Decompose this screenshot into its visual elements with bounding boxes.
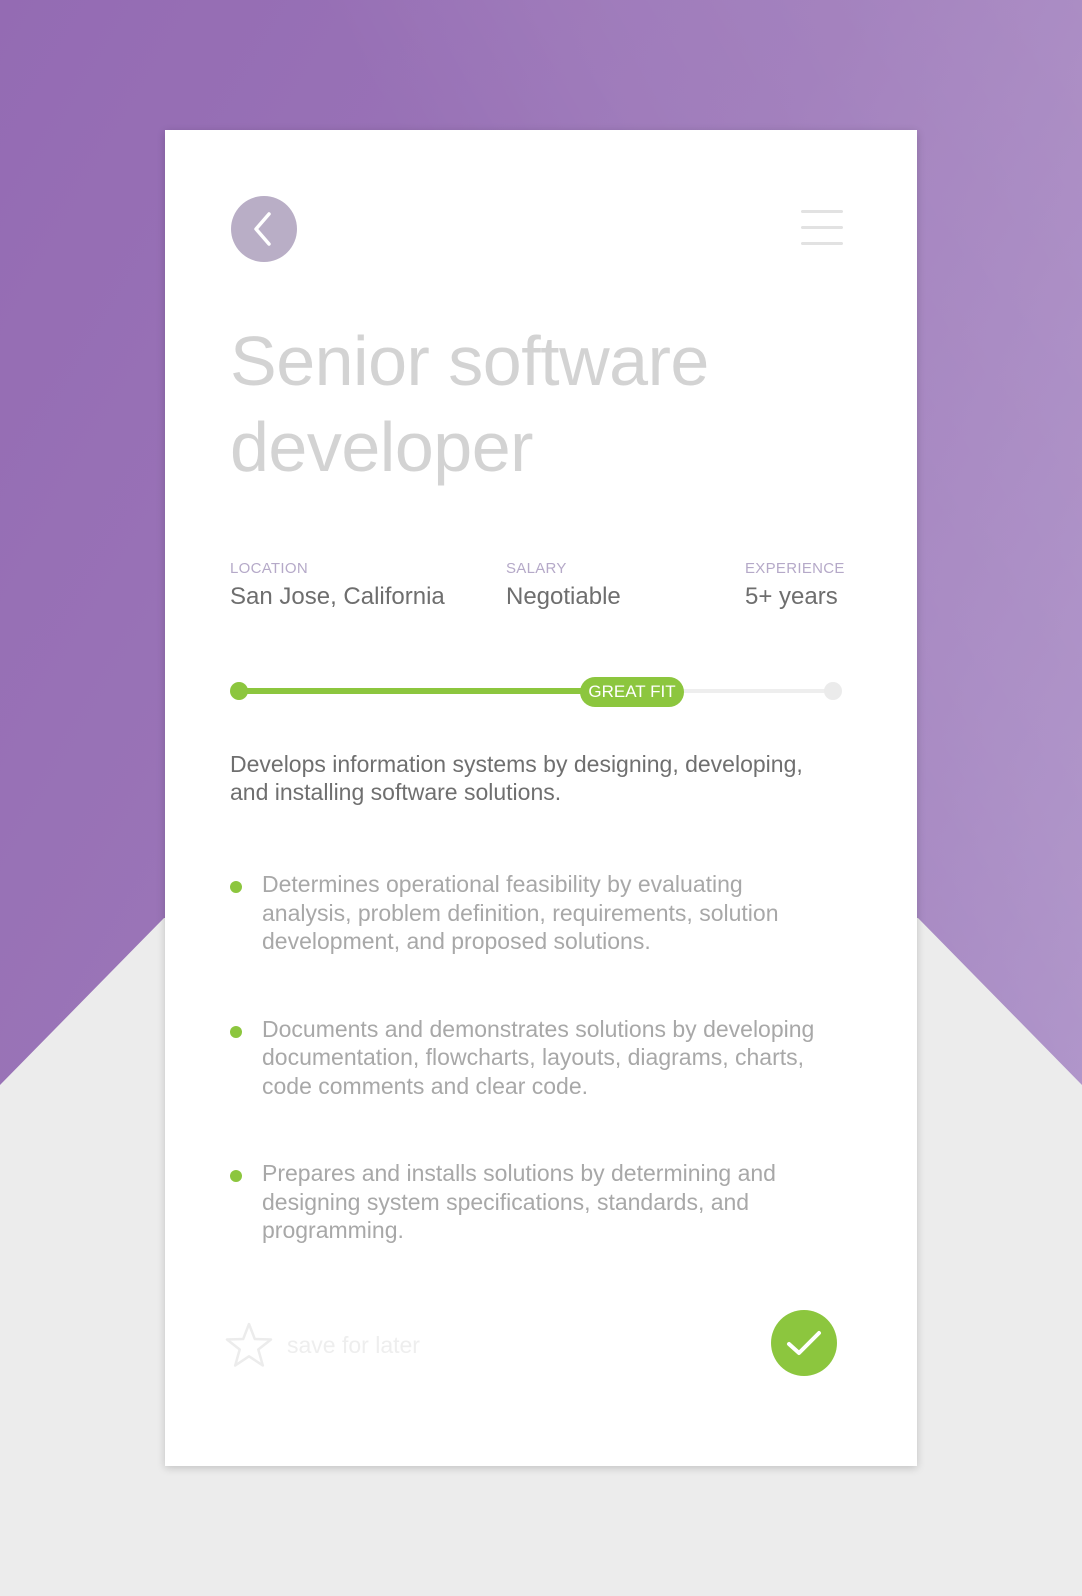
experience-label: EXPERIENCE	[745, 560, 845, 577]
job-summary: Develops information systems by designin…	[230, 751, 803, 805]
star-icon	[225, 1322, 273, 1367]
list-item: Determines operational feasibility by ev…	[230, 870, 830, 956]
back-button[interactable]	[231, 196, 297, 262]
experience-value: 5+ years	[745, 583, 838, 610]
page-title: Senior software developer	[230, 322, 709, 486]
job-card: Senior software developer LOCATION San J…	[165, 130, 917, 1466]
salary-label: SALARY	[506, 560, 567, 577]
fit-meter-start-dot	[230, 682, 248, 700]
location-label: LOCATION	[230, 560, 308, 577]
salary-info: SALARY Negotiable	[506, 560, 621, 611]
experience-info: EXPERIENCE 5+ years	[745, 560, 845, 611]
save-for-later-button[interactable]: save for later	[225, 1320, 420, 1370]
list-item-text: Prepares and installs solutions by deter…	[262, 1160, 776, 1243]
save-for-later-label: save for later	[287, 1331, 420, 1358]
fit-badge: GREAT FIT	[580, 677, 684, 707]
apply-button[interactable]	[771, 1310, 837, 1376]
list-item: Prepares and installs solutions by deter…	[230, 1159, 830, 1245]
checkmark-icon	[787, 1331, 821, 1355]
fit-meter: GREAT FIT	[230, 673, 842, 709]
hamburger-menu-icon[interactable]	[801, 210, 843, 246]
list-item-text: Determines operational feasibility by ev…	[262, 871, 779, 954]
location-value: San Jose, California	[230, 583, 445, 610]
fit-meter-end-dot	[824, 682, 842, 700]
bullet-dot-icon	[230, 1170, 242, 1182]
location-info: LOCATION San Jose, California	[230, 560, 445, 611]
bullet-dot-icon	[230, 1025, 242, 1038]
list-item-text: Documents and demonstrates solutions by …	[262, 1015, 815, 1099]
responsibilities-list: Determines operational feasibility by ev…	[230, 870, 830, 1304]
list-item: Documents and demonstrates solutions by …	[230, 1015, 830, 1101]
salary-value: Negotiable	[506, 583, 621, 610]
chevron-left-icon	[254, 212, 271, 246]
fit-meter-fill	[238, 688, 596, 694]
bullet-dot-icon	[230, 881, 242, 893]
